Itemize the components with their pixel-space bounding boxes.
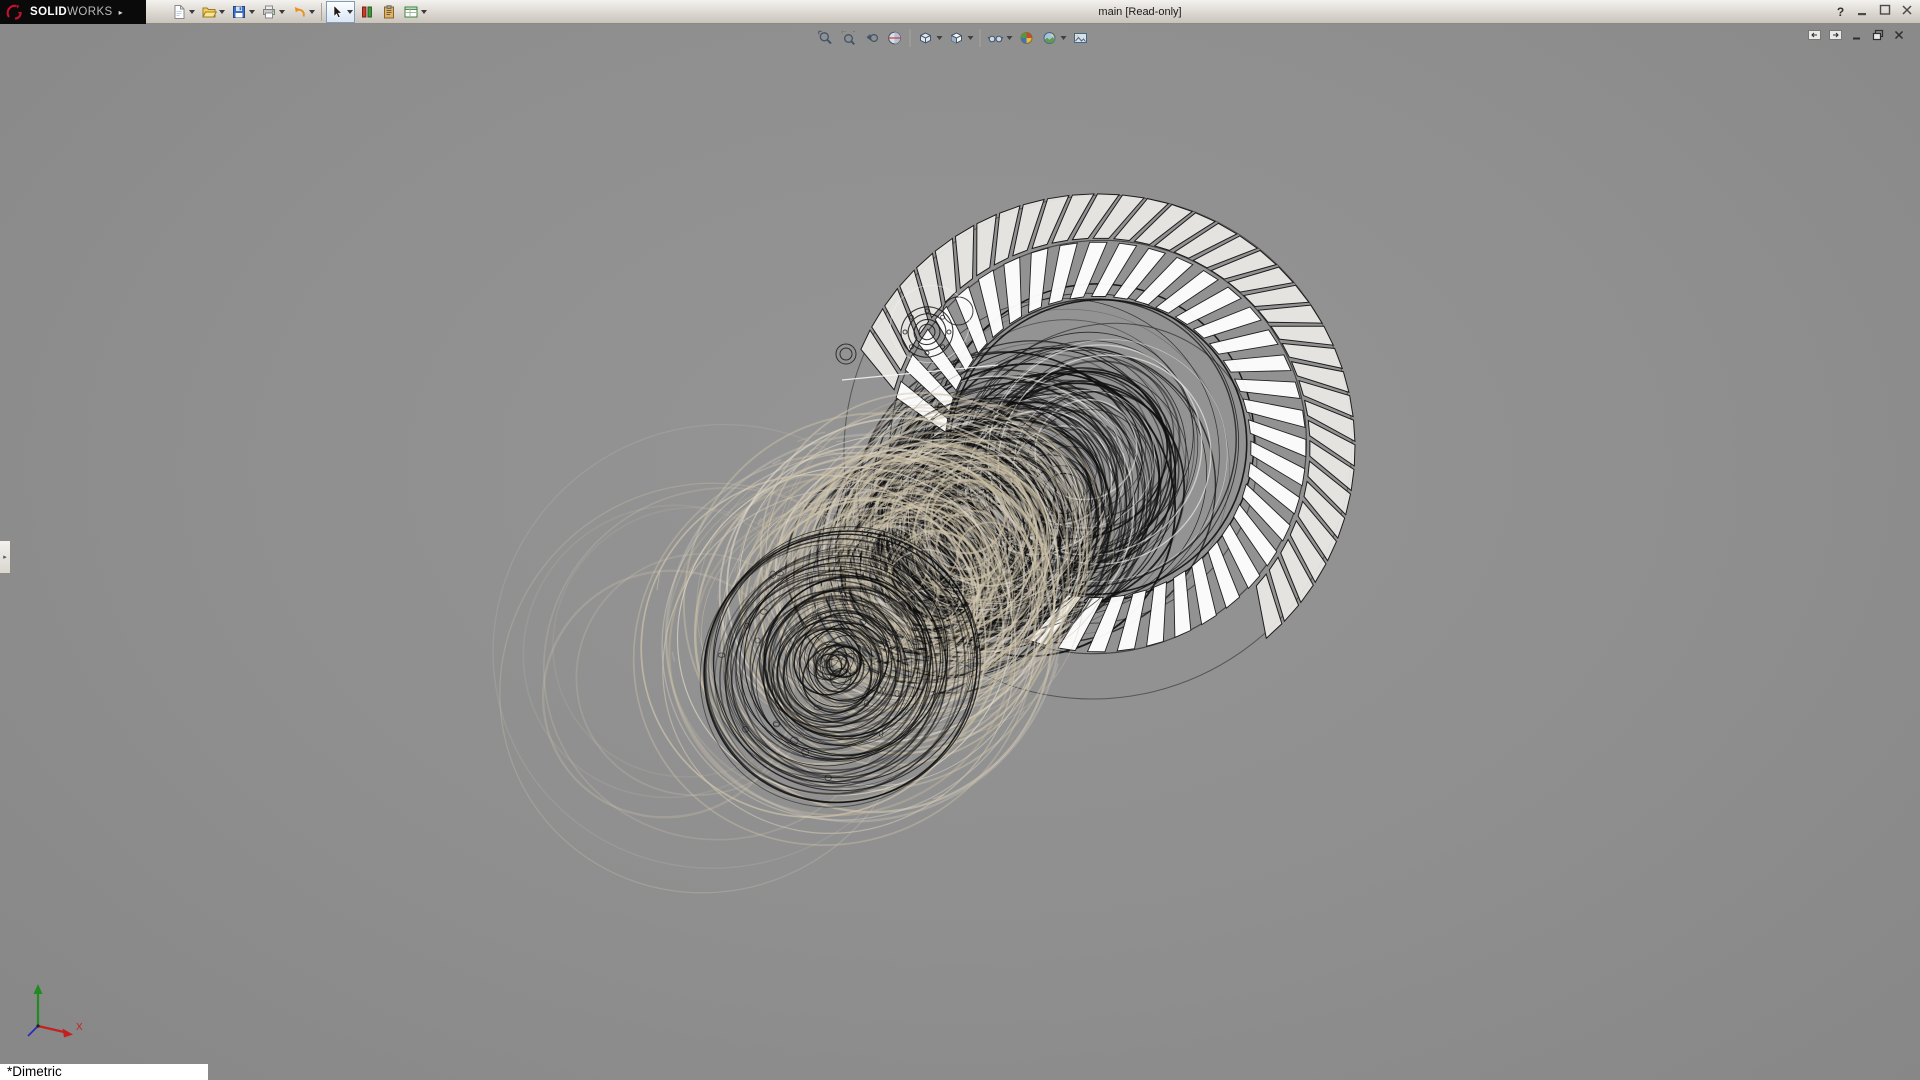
apply-scene-button[interactable] [1039, 27, 1069, 49]
options-icon [402, 4, 419, 21]
brand-bold: SOLID [30, 6, 67, 18]
selection-filter-icon [358, 4, 375, 21]
minimize-button[interactable] [1854, 4, 1871, 21]
y-axis-arrowhead-icon [34, 984, 43, 994]
x-axis-label: X [76, 1022, 83, 1033]
open-icon [200, 4, 217, 21]
view-settings-icon [1072, 29, 1090, 47]
dropdown-caret-icon [1061, 36, 1067, 40]
undo-button[interactable] [288, 1, 317, 23]
solidworks-logo-icon [6, 4, 26, 20]
close-document-icon [1893, 28, 1905, 46]
restore-document-icon [1872, 28, 1884, 46]
next-window-button[interactable] [1828, 30, 1843, 44]
feature-panel-expand-tab[interactable]: ▸ [0, 540, 11, 574]
logo-flyout-arrow-icon[interactable]: ▸ [119, 8, 123, 17]
previous-window-button[interactable] [1807, 30, 1822, 44]
clipboard-button[interactable] [378, 1, 399, 23]
print-button[interactable] [258, 1, 287, 23]
graphics-viewport[interactable]: ▸ X *Dimetric [0, 24, 1920, 1080]
previous-view-icon [863, 29, 881, 47]
new-document-button[interactable] [168, 1, 197, 23]
zoom-to-fit-icon [817, 29, 835, 47]
clipboard-icon [380, 4, 397, 21]
zoom-to-area-button[interactable] [838, 27, 860, 49]
window-controls: ? [1832, 0, 1915, 24]
dropdown-caret-icon [279, 10, 285, 14]
solidworks-logo: SOLIDWORKS ▸ [0, 0, 146, 24]
dropdown-caret-icon [1007, 36, 1013, 40]
standard-toolbar [168, 0, 429, 24]
minimize-document-icon [1851, 28, 1863, 46]
triad-origin [36, 1024, 39, 1027]
title-bar: SOLIDWORKS ▸ main [Read-only] ? [0, 0, 1920, 24]
brand-light: WORKS [67, 6, 112, 18]
save-icon [230, 4, 247, 21]
z-axis [28, 1026, 38, 1036]
dropdown-caret-icon [421, 10, 427, 14]
section-view-button[interactable] [884, 27, 906, 49]
orientation-triad: X [20, 980, 92, 1052]
select-icon [328, 4, 345, 21]
x-axis [38, 1026, 64, 1032]
dropdown-caret-icon [937, 36, 943, 40]
toolbar-separator [980, 29, 981, 47]
edit-appearance-button[interactable] [1016, 27, 1038, 49]
edit-appearance-icon [1018, 29, 1036, 47]
undo-icon [290, 4, 307, 21]
x-axis-arrowhead-icon [63, 1029, 74, 1038]
dropdown-caret-icon [309, 10, 315, 14]
toolbar-separator [910, 29, 911, 47]
dropdown-caret-icon [968, 36, 974, 40]
help-icon: ? [1837, 5, 1844, 19]
next-window-icon [1829, 28, 1842, 46]
dropdown-caret-icon [347, 10, 353, 14]
orientation-label: *Dimetric [7, 1064, 62, 1080]
zoom-to-fit-button[interactable] [815, 27, 837, 49]
dropdown-caret-icon [249, 10, 255, 14]
print-icon [260, 4, 277, 21]
close-button[interactable] [1898, 4, 1915, 21]
close-document-button[interactable] [1891, 30, 1906, 44]
restore-document-button[interactable] [1870, 30, 1885, 44]
previous-window-icon [1808, 28, 1821, 46]
maximize-icon [1878, 3, 1892, 22]
maximize-button[interactable] [1876, 4, 1893, 21]
view-settings-button[interactable] [1070, 27, 1092, 49]
view-orientation-button[interactable] [915, 27, 945, 49]
toolbar-separator [321, 3, 322, 21]
hide-show-items-icon [987, 29, 1005, 47]
heads-up-view-toolbar [815, 27, 1092, 49]
display-style-button[interactable] [946, 27, 976, 49]
brand-text: SOLIDWORKS [30, 6, 113, 18]
dropdown-caret-icon [219, 10, 225, 14]
document-window-controls [1807, 30, 1906, 44]
engine-wireframe-model [0, 24, 1920, 1080]
panel-expand-arrow-icon: ▸ [3, 553, 7, 561]
window-title: main [Read-only] [1098, 0, 1181, 24]
open-button[interactable] [198, 1, 227, 23]
options-button[interactable] [400, 1, 429, 23]
select-button[interactable] [326, 1, 355, 23]
selection-filter-button[interactable] [356, 1, 377, 23]
view-orientation-icon [917, 29, 935, 47]
help-button[interactable]: ? [1832, 4, 1849, 21]
display-style-icon [948, 29, 966, 47]
apply-scene-icon [1041, 29, 1059, 47]
dropdown-caret-icon [189, 10, 195, 14]
new-document-icon [170, 4, 187, 21]
hide-show-items-button[interactable] [985, 27, 1015, 49]
orientation-status: *Dimetric [0, 1064, 208, 1080]
zoom-to-area-icon [840, 29, 858, 47]
minimize-icon [1856, 3, 1870, 22]
section-view-icon [886, 29, 904, 47]
close-icon [1900, 3, 1914, 22]
minimize-document-button[interactable] [1849, 30, 1864, 44]
previous-view-button[interactable] [861, 27, 883, 49]
save-button[interactable] [228, 1, 257, 23]
